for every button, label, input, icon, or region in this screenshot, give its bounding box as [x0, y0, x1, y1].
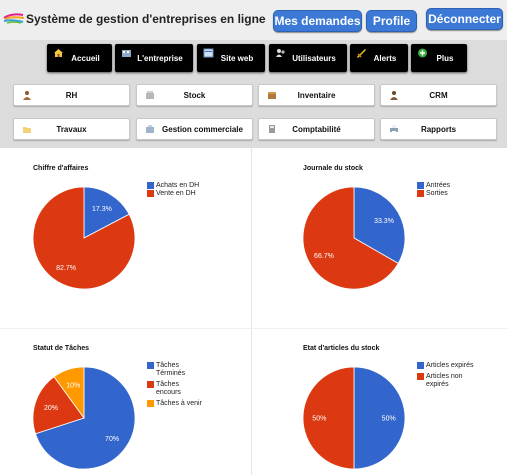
module-accounting[interactable]: Comptabilité — [258, 118, 375, 140]
legend-label: Tâches à venir — [156, 400, 202, 407]
legend-item: Tâches encours — [147, 381, 205, 397]
module-commercial[interactable]: Gestion commerciale — [136, 118, 253, 140]
article-state-legend: Articles expirés Articles non expirés — [417, 362, 477, 389]
legend-swatch — [147, 190, 154, 197]
profile-button[interactable]: Profile — [366, 10, 417, 32]
legend-item: Sorties — [417, 190, 487, 198]
nav-website-label: Site web — [220, 54, 254, 63]
module-reports[interactable]: Rapports — [380, 118, 497, 140]
pie-slice-label: 17.3% — [92, 206, 112, 213]
pie-slice-label: 50% — [312, 416, 326, 423]
module-reports-label: Rapports — [420, 125, 457, 134]
nav-website[interactable]: Site web — [197, 44, 265, 72]
article-state-pie-chart: 50% 50% — [302, 366, 406, 470]
task-status-legend: Tâches Términés Tâches encours Tâches à … — [147, 362, 205, 408]
pie-slice-label: 50% — [382, 416, 396, 423]
legend-swatch — [417, 190, 424, 197]
task-status-pie-chart: 70% 20% 10% — [32, 366, 136, 470]
module-inventory[interactable]: Inventaire — [258, 84, 375, 106]
pie-slice-label: 66.7% — [314, 253, 334, 260]
pie-slice — [353, 366, 406, 470]
nav-alerts[interactable]: Alerts — [350, 44, 408, 72]
legend-swatch — [147, 182, 154, 189]
revenue-legend: Achats en DH Vente en DH — [147, 182, 217, 198]
revenue-pie-chart: 17.3% 82.7% — [32, 186, 136, 290]
legend-item: Tâches Términés — [147, 362, 205, 378]
legend-label: Tâches encours — [156, 381, 181, 396]
stock-journal-legend: Antrées Sorties — [417, 182, 487, 198]
module-works[interactable]: Travaux — [13, 118, 130, 140]
legend-label: Achats en DH — [156, 182, 200, 189]
legend-label: Articles expirés — [426, 362, 474, 369]
pie-slice — [302, 366, 355, 470]
my-requests-button[interactable]: Mes demandes — [273, 10, 362, 32]
chart-title-article-state: Etat d'articles du stock — [303, 345, 380, 352]
legend-swatch — [417, 373, 424, 380]
app-title: Système de gestion d'entreprises en lign… — [26, 12, 266, 26]
pie-slice-label: 33.3% — [374, 218, 394, 225]
legend-label: Antrées — [426, 182, 451, 189]
chart-title-task-status: Statut de Tâches — [33, 345, 90, 352]
legend-label: Articles non expirés — [426, 373, 463, 388]
chart-title-revenue: Chiffre d'affaires — [33, 165, 89, 172]
legend-swatch — [417, 362, 424, 369]
chart-divider-horizontal — [0, 328, 507, 329]
module-stock[interactable]: Stock — [136, 84, 253, 106]
nav-alerts-label: Alerts — [373, 54, 397, 63]
logout-button[interactable]: Déconnecter — [426, 8, 503, 30]
module-stock-label: Stock — [183, 91, 206, 100]
app-logo-icon — [3, 13, 25, 24]
module-commercial-label: Gestion commerciale — [162, 125, 243, 134]
module-works-label: Travaux — [56, 125, 87, 134]
module-hr-label: RH — [65, 91, 78, 100]
nav-users-label: Utilisateurs — [292, 54, 336, 63]
legend-label: Vente en DH — [156, 190, 196, 197]
legend-item: Achats en DH — [147, 182, 217, 190]
pie-slice-label: 70% — [105, 436, 119, 443]
nav-more[interactable]: Plus — [411, 44, 467, 72]
legend-swatch — [417, 182, 424, 189]
legend-swatch — [147, 362, 154, 369]
legend-item: Articles non expirés — [417, 373, 477, 389]
legend-swatch — [147, 381, 154, 388]
pie-slice-label: 82.7% — [56, 265, 76, 272]
pie-slice-label: 10% — [66, 383, 80, 390]
pie-slice-label: 20% — [44, 405, 58, 412]
nav-company[interactable]: L'entreprise — [115, 44, 193, 72]
chart-title-stock-journal: Journale du stock — [303, 165, 363, 172]
module-accounting-label: Comptabilité — [292, 125, 341, 134]
legend-label: Sorties — [426, 190, 448, 197]
nav-home[interactable]: Accueil — [47, 44, 112, 72]
legend-label: Tâches Términés — [156, 362, 186, 377]
chart-divider-vertical — [251, 148, 252, 475]
legend-item: Vente en DH — [147, 190, 217, 198]
nav-company-label: L'entreprise — [137, 54, 183, 63]
module-inventory-label: Inventaire — [297, 91, 336, 100]
nav-more-label: Plus — [436, 54, 454, 63]
module-crm[interactable]: CRM — [380, 84, 497, 106]
legend-swatch — [147, 400, 154, 407]
nav-users[interactable]: Utilisateurs — [269, 44, 347, 72]
nav-home-label: Accueil — [71, 54, 100, 63]
module-crm-label: CRM — [429, 91, 448, 100]
legend-item: Tâches à venir — [147, 400, 205, 408]
legend-item: Antrées — [417, 182, 487, 190]
stock-journal-pie-chart: 33.3% 66.7% — [302, 186, 406, 290]
legend-item: Articles expirés — [417, 362, 477, 370]
module-hr[interactable]: RH — [13, 84, 130, 106]
